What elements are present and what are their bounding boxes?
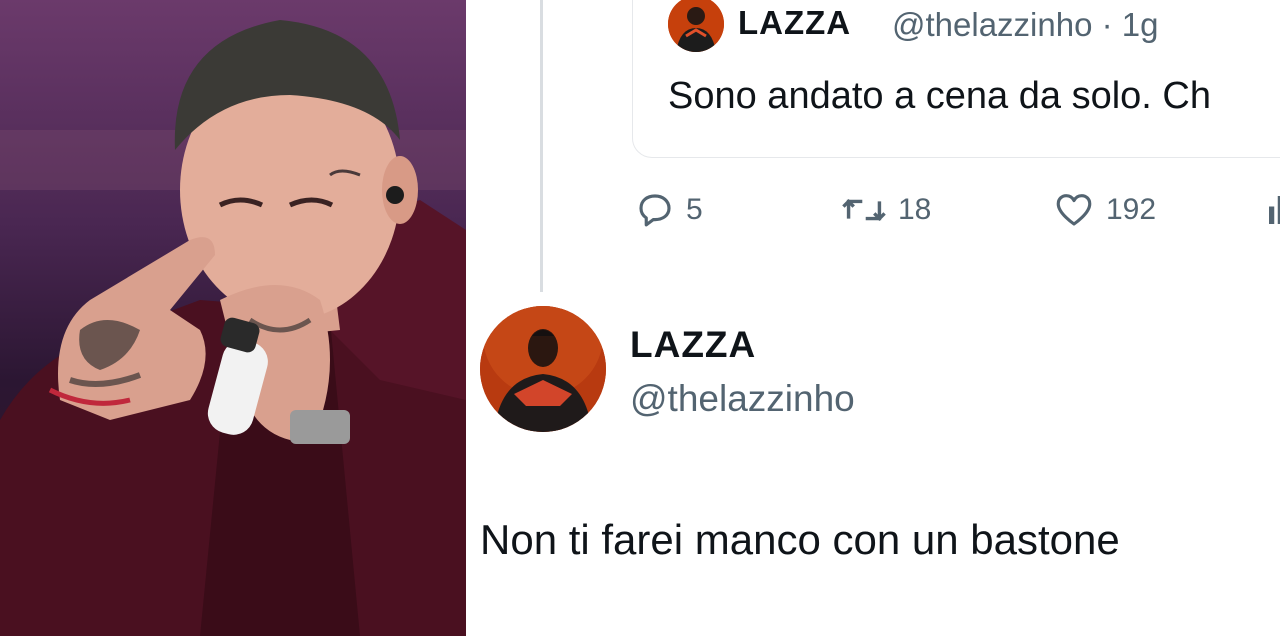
reply-tweet-text: Non ti farei manco con un bastone: [480, 516, 1120, 563]
reply-count: 5: [686, 193, 703, 226]
reply-author-avatar[interactable]: [480, 306, 606, 432]
performer-illustration: [0, 20, 466, 636]
quoted-author-name[interactable]: LAZZA: [738, 4, 851, 42]
reply-button[interactable]: 5: [634, 188, 703, 232]
quoted-author-handle[interactable]: @thelazzinho · 1g: [892, 6, 1158, 44]
heart-icon: [1056, 194, 1092, 226]
tweet-panel: LAZZA @thelazzinho · 1g Sono andato a ce…: [466, 0, 1280, 636]
like-count: 192: [1106, 193, 1157, 226]
views-icon: [1269, 196, 1280, 224]
views-button[interactable]: [1266, 188, 1280, 232]
reply-icon: [639, 194, 671, 227]
like-button[interactable]: 192: [1052, 188, 1156, 232]
reply-author-handle[interactable]: @thelazzinho: [630, 378, 855, 420]
reply-author-name[interactable]: LAZZA: [630, 324, 756, 366]
avatar-image: [480, 306, 606, 432]
retweet-button[interactable]: 18: [840, 188, 931, 232]
tweet-action-bar: 5 18 192: [634, 188, 1280, 232]
retweet-count: 18: [898, 193, 932, 226]
thread-connector: [540, 0, 543, 292]
retweet-icon: [842, 199, 886, 221]
performer-photo: [0, 0, 466, 636]
quoted-tweet-text: Sono andato a cena da solo. Ch: [668, 75, 1211, 117]
